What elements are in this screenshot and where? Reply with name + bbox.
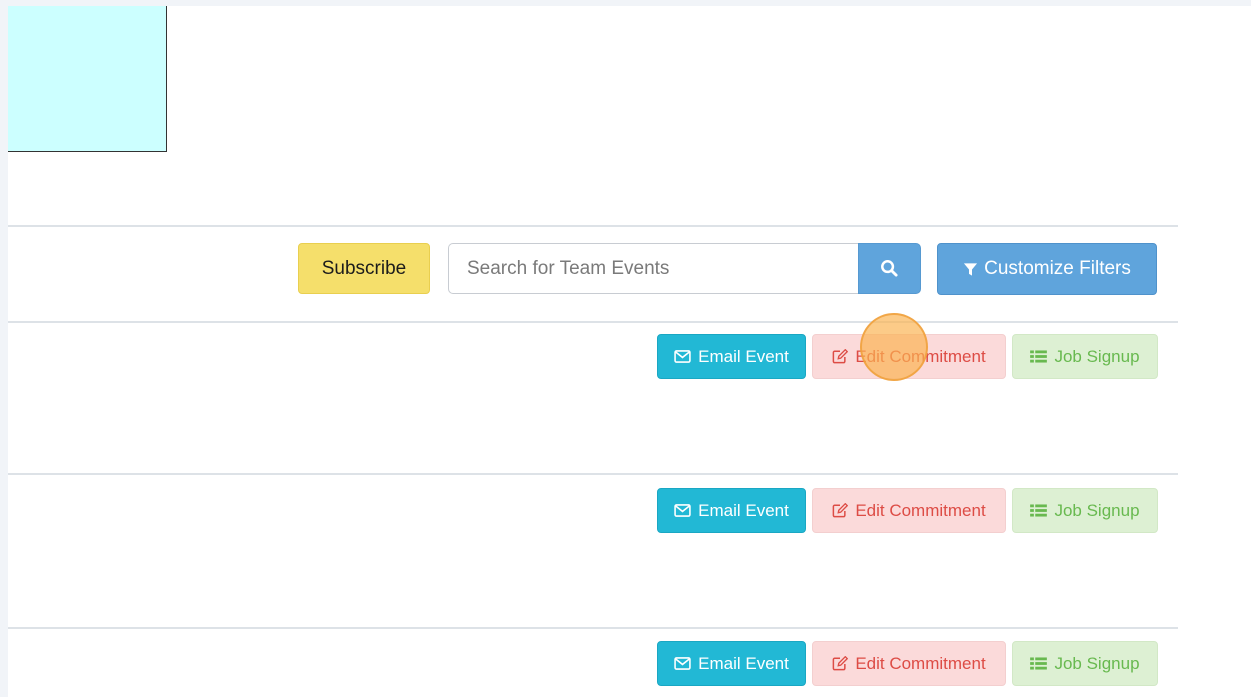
- edit-commitment-label: Edit Commitment: [855, 346, 986, 366]
- job-signup-button[interactable]: Job Signup: [1012, 488, 1158, 533]
- edit-icon: [832, 503, 849, 518]
- edit-commitment-label: Edit Commitment: [855, 500, 986, 520]
- customize-filters-button[interactable]: Customize Filters: [937, 243, 1157, 295]
- list-icon: [1030, 350, 1048, 363]
- edit-icon: [832, 349, 849, 364]
- job-signup-label: Job Signup: [1054, 653, 1140, 673]
- search-icon: [880, 259, 899, 278]
- customize-filters-label: Customize Filters: [984, 258, 1131, 279]
- email-event-button[interactable]: Email Event: [657, 334, 806, 379]
- list-icon: [1030, 504, 1048, 517]
- page: Subscribe Customize Filters Email Event: [8, 6, 1251, 697]
- filter-icon: [963, 262, 978, 277]
- list-icon: [1030, 657, 1048, 670]
- envelope-icon: [674, 504, 691, 517]
- divider-row-2: [8, 473, 1178, 475]
- email-event-button[interactable]: Email Event: [657, 641, 806, 686]
- job-signup-label: Job Signup: [1054, 346, 1140, 366]
- edit-commitment-button[interactable]: Edit Commitment: [812, 488, 1006, 533]
- divider-row-3: [8, 627, 1178, 629]
- job-signup-button[interactable]: Job Signup: [1012, 641, 1158, 686]
- edit-commitment-label: Edit Commitment: [855, 653, 986, 673]
- edit-commitment-button[interactable]: Edit Commitment: [812, 641, 1006, 686]
- job-signup-label: Job Signup: [1054, 500, 1140, 520]
- divider-top: [8, 225, 1178, 227]
- subscribe-button[interactable]: Subscribe: [298, 243, 430, 294]
- job-signup-button[interactable]: Job Signup: [1012, 334, 1158, 379]
- envelope-icon: [674, 657, 691, 670]
- email-event-label: Email Event: [698, 500, 789, 520]
- edit-commitment-button[interactable]: Edit Commitment: [812, 334, 1006, 379]
- envelope-icon: [674, 350, 691, 363]
- email-event-label: Email Event: [698, 346, 789, 366]
- logo-placeholder: [8, 6, 167, 152]
- search-input[interactable]: [448, 243, 858, 294]
- divider-row-1: [8, 321, 1178, 323]
- email-event-label: Email Event: [698, 653, 789, 673]
- search-button[interactable]: [858, 243, 921, 294]
- email-event-button[interactable]: Email Event: [657, 488, 806, 533]
- edit-icon: [832, 656, 849, 671]
